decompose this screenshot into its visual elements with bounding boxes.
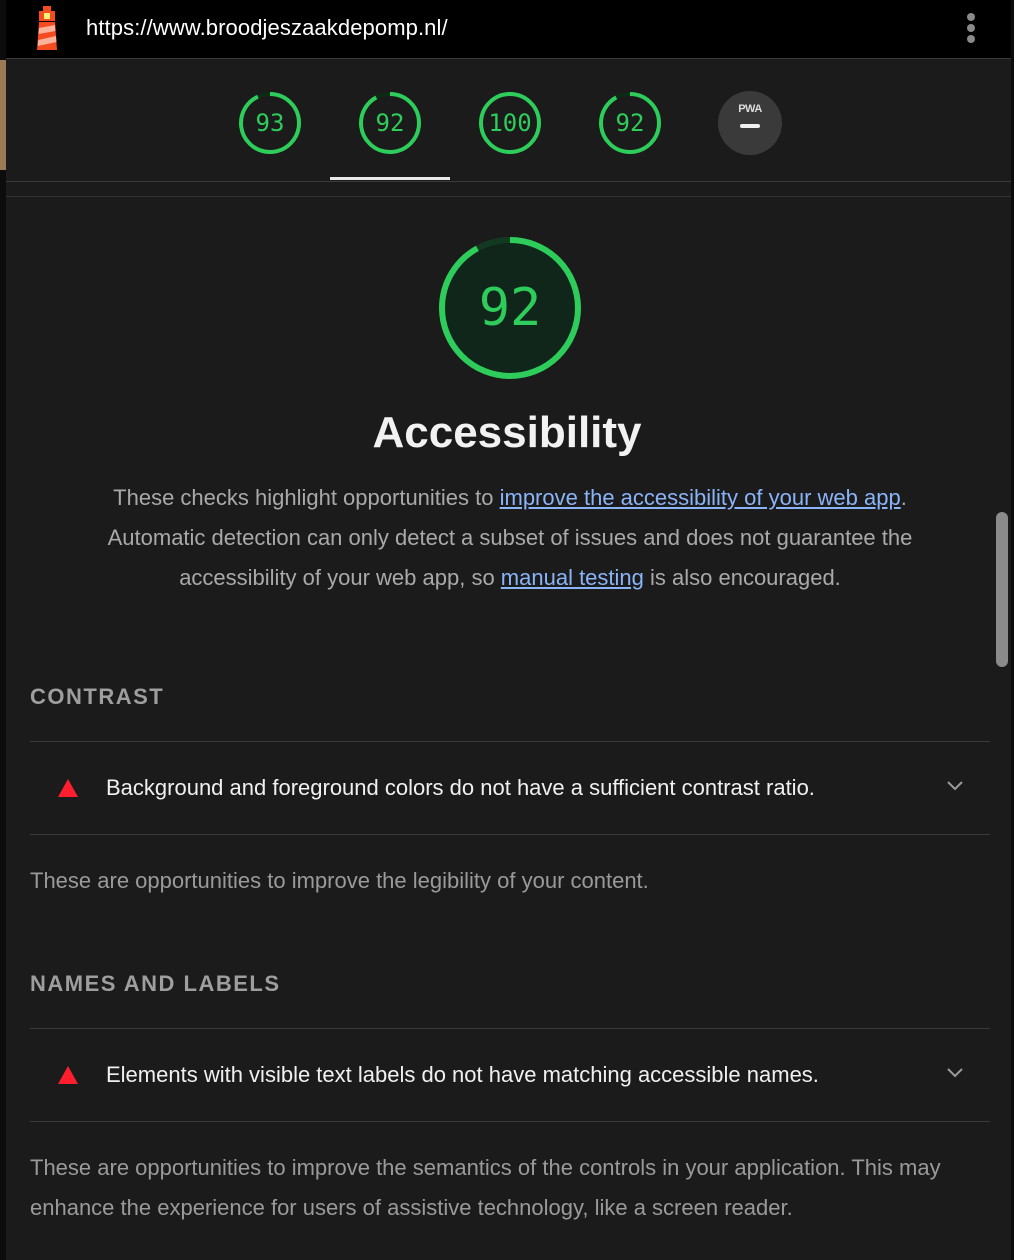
more-options-icon[interactable] <box>963 10 979 48</box>
divider <box>6 196 1011 197</box>
gauge-score: 100 <box>488 109 532 137</box>
fail-triangle-icon <box>58 779 78 797</box>
section-note: These are opportunities to improve the l… <box>30 868 649 893</box>
chevron-down-icon[interactable] <box>946 780 964 792</box>
fail-triangle-icon <box>58 1066 78 1084</box>
pwa-dash-icon <box>740 124 760 128</box>
lighthouse-logo-icon <box>37 6 57 50</box>
report-url[interactable]: https://www.broodjeszaakdepomp.nl/ <box>86 15 448 41</box>
gauge-best-practices[interactable]: 100 <box>478 91 542 155</box>
manual-testing-link[interactable]: manual testing <box>501 565 644 590</box>
accessibility-docs-link[interactable]: improve the accessibility of your web ap… <box>500 485 901 510</box>
report-topbar: https://www.broodjeszaakdepomp.nl/ <box>6 0 1011 59</box>
audit-title: Background and foreground colors do not … <box>106 775 815 800</box>
category-title: Accessibility <box>372 408 642 457</box>
divider <box>30 1121 990 1122</box>
gauge-score: 92 <box>375 109 405 137</box>
gauge-performance[interactable]: 93 <box>238 91 302 155</box>
chevron-down-icon[interactable] <box>946 1067 964 1079</box>
section-note: These are opportunities to improve the s… <box>30 1155 941 1220</box>
category-gauges-bar: 93 92 100 92 PWA <box>6 59 1011 182</box>
gauge-pwa[interactable]: PWA <box>718 91 782 155</box>
gauge-score: 93 <box>255 109 285 137</box>
audit-title: Elements with visible text labels do not… <box>106 1062 819 1087</box>
section-heading-contrast: CONTRAST <box>30 684 165 709</box>
description-text: is also encouraged. <box>643 565 841 590</box>
gauge-accessibility[interactable]: 92 <box>358 91 422 155</box>
gauge-seo[interactable]: 92 <box>598 91 662 155</box>
divider <box>30 834 990 835</box>
active-tab-indicator <box>330 177 450 180</box>
window-edge-left <box>0 0 6 1260</box>
audit-label-content-name-mismatch[interactable]: Elements with visible text labels do not… <box>30 1029 990 1121</box>
section-heading-names-labels: NAMES AND LABELS <box>30 971 281 996</box>
main-score: 92 <box>478 278 542 338</box>
gauge-score: 92 <box>615 109 645 137</box>
pwa-badge-label: PWA <box>738 103 762 115</box>
category-description: These checks highlight opportunities to … <box>105 478 915 598</box>
description-text: These checks highlight opportunities to <box>113 485 500 510</box>
accessibility-main-gauge: 92 <box>436 234 584 382</box>
scrollbar-thumb[interactable] <box>996 512 1008 667</box>
audit-color-contrast[interactable]: Background and foreground colors do not … <box>30 742 990 834</box>
